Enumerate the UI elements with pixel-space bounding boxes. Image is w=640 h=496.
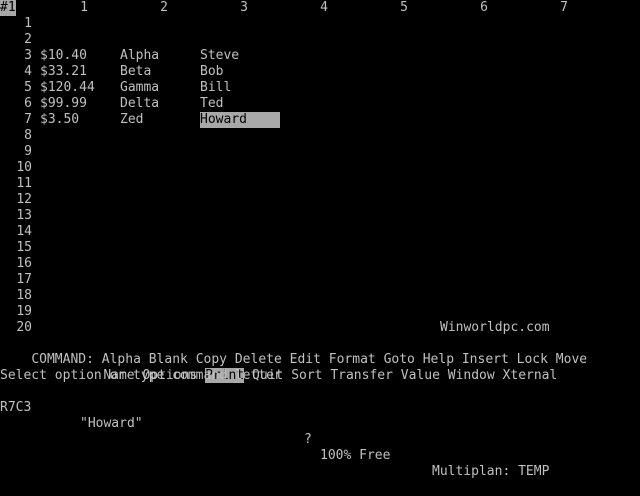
- spreadsheet-cell[interactable]: Bill: [200, 80, 280, 96]
- menu-spacer: [440, 368, 448, 383]
- message-prompt: Select option or type command letter: [0, 368, 282, 383]
- command-transfer[interactable]: Transfer: [330, 368, 393, 383]
- spreadsheet-cell[interactable]: $3.50: [40, 112, 120, 128]
- spreadsheet-cell[interactable]: $99.99: [40, 96, 120, 112]
- column-header[interactable]: 5: [396, 0, 412, 16]
- command-value[interactable]: Value: [401, 368, 440, 383]
- application-title: Multiplan: TEMP: [432, 464, 550, 479]
- spreadsheet-cell[interactable]: Beta: [120, 64, 200, 80]
- command-window[interactable]: Window: [448, 368, 495, 383]
- row-header[interactable]: 18: [0, 288, 32, 304]
- menu-spacer: [393, 368, 401, 383]
- spreadsheet-cell[interactable]: Gamma: [120, 80, 200, 96]
- row-header[interactable]: 11: [0, 176, 32, 192]
- column-header[interactable]: 1: [76, 0, 92, 16]
- row-header[interactable]: 9: [0, 144, 32, 160]
- row-header[interactable]: 2: [0, 32, 32, 48]
- column-header[interactable]: 4: [316, 0, 332, 16]
- menu-spacer: [283, 368, 291, 383]
- multiplan-screen: #1 1234567 1 2 3 4 5 6 7 8 9 10 11 12 13 14 15 16 17 18 19…: [0, 0, 640, 479]
- row-header[interactable]: 14: [0, 224, 32, 240]
- spreadsheet-cell[interactable]: Zed: [120, 112, 200, 128]
- column-header[interactable]: 6: [476, 0, 492, 16]
- active-cell-content: "Howard": [80, 416, 143, 431]
- spreadsheet-cell[interactable]: Delta: [120, 96, 200, 112]
- row-header[interactable]: 5: [0, 80, 32, 96]
- row-header[interactable]: 12: [0, 192, 32, 208]
- row-header[interactable]: 6: [0, 96, 32, 112]
- row-header[interactable]: 1: [0, 16, 32, 32]
- menu-spacer: [495, 368, 503, 383]
- row-header[interactable]: 3: [0, 48, 32, 64]
- selected-cell[interactable]: Howard: [200, 112, 280, 128]
- row-header[interactable]: 13: [0, 208, 32, 224]
- row-header[interactable]: 20: [0, 320, 32, 336]
- row-header[interactable]: 4: [0, 64, 32, 80]
- command-move[interactable]: Move: [556, 352, 587, 367]
- spreadsheet-cell[interactable]: Bob: [200, 64, 280, 80]
- help-hint: ?: [304, 432, 312, 447]
- command-menu-line-2: Name Options Print Quit Sort Transfer Va…: [72, 352, 557, 383]
- command-sort[interactable]: Sort: [291, 368, 322, 383]
- column-header[interactable]: 7: [556, 0, 572, 16]
- row-header[interactable]: 16: [0, 256, 32, 272]
- command-menu-line-1: COMMAND: Alpha Blank Copy Delete Edit Fo…: [0, 336, 587, 367]
- spreadsheet-cell[interactable]: $33.21: [40, 64, 120, 80]
- row-header[interactable]: 15: [0, 240, 32, 256]
- status-line: R7C3 "Howard" ? 100% Free Multiplan: TEM…: [0, 384, 640, 479]
- row-header[interactable]: 8: [0, 128, 32, 144]
- row-header[interactable]: 10: [0, 160, 32, 176]
- spreadsheet-cell[interactable]: Steve: [200, 48, 280, 64]
- memory-free: 100% Free: [320, 448, 391, 463]
- spreadsheet-cell[interactable]: Alpha: [120, 48, 200, 64]
- spreadsheet-cell[interactable]: Ted: [200, 96, 280, 112]
- command-xternal[interactable]: Xternal: [503, 368, 558, 383]
- active-cell-reference: R7C3: [0, 400, 32, 415]
- column-header[interactable]: 2: [156, 0, 172, 16]
- spreadsheet-cell[interactable]: $120.44: [40, 80, 120, 96]
- row-header[interactable]: 19: [0, 304, 32, 320]
- spreadsheet-cell[interactable]: $10.40: [40, 48, 120, 64]
- row-header[interactable]: 7: [0, 112, 32, 128]
- column-header[interactable]: 3: [236, 0, 252, 16]
- row-header[interactable]: 17: [0, 272, 32, 288]
- window-number-indicator: #1: [0, 0, 16, 16]
- watermark-text: Winworldpc.com: [440, 320, 550, 335]
